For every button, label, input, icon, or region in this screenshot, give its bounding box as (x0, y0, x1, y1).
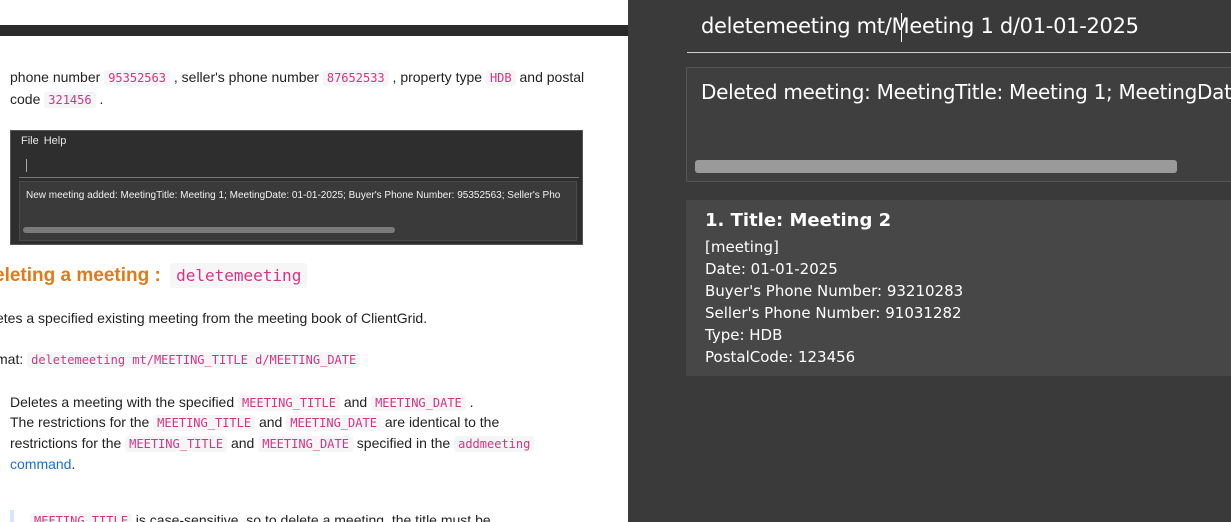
embedded-menu-bar: File Help (11, 131, 582, 153)
meeting-list: 1. Title: Meeting 2 [meeting] Date: 01-0… (672, 186, 1231, 522)
meeting-title: 1. Title: Meeting 2 (705, 210, 892, 231)
embedded-app-screenshot: File Help New meeting added: MeetingTitle… (10, 130, 583, 245)
text-caret (901, 13, 902, 42)
code-snippet: 87652533 (322, 70, 389, 86)
code-snippet: 321456 (44, 92, 96, 108)
result-horizontal-scrollbar[interactable] (695, 160, 1177, 173)
doc-paragraph: phone number 95352563 , seller's phone n… (10, 69, 585, 108)
bullet-line-2: The restrictions for the MEETING_TITLE a… (10, 414, 500, 431)
embedded-caret (26, 159, 27, 172)
embedded-menu-help: Help (43, 135, 67, 147)
window-divider (628, 0, 672, 522)
result-text: Deleted meeting: MeetingTitle: Meeting 1… (701, 80, 1231, 104)
meeting-buyer-phone: Buyer's Phone Number: 93210283 (705, 282, 964, 300)
bullet-line-4: command. (10, 456, 76, 472)
documentation-page: phone number 95352563 , seller's phone n… (0, 0, 628, 522)
command-input[interactable]: deletemeeting mt/Meeting 1 d/01-01-2025 (701, 14, 1139, 38)
command-link[interactable]: command (10, 456, 71, 472)
section-heading: eleting a meeting : deletemeeting (0, 263, 308, 288)
meeting-seller-phone: Seller's Phone Number: 91031282 (705, 304, 962, 322)
doc-divider-bar (0, 25, 628, 36)
embedded-result-text: New meeting added: MeetingTitle: Meeting… (26, 190, 561, 201)
embedded-result-box: New meeting added: MeetingTitle: Meeting… (19, 181, 577, 241)
meeting-type: Type: HDB (705, 326, 783, 344)
bullet-line-3: restrictions for the MEETING_TITLE and M… (10, 433, 535, 454)
embedded-menu-file: File (21, 135, 39, 147)
note-callout-bar (10, 510, 14, 522)
section-description: etes a specified existing meeting from t… (0, 310, 428, 326)
code-snippet: 95352563 (104, 70, 170, 86)
embedded-scrollbar (23, 227, 395, 233)
clientgrid-app: deletemeeting mt/Meeting 1 d/01-01-2025 … (672, 0, 1231, 522)
note-line: MEETING_TITLE is case-sensitive, so to d… (30, 512, 491, 522)
meeting-date: Date: 01-01-2025 (705, 260, 838, 278)
format-code: deletemeeting mt/MEETING_TITLE d/MEETING… (27, 352, 361, 368)
result-display: Deleted meeting: MeetingTitle: Meeting 1… (686, 67, 1231, 182)
command-box[interactable]: deletemeeting mt/Meeting 1 d/01-01-2025 (687, 0, 1231, 53)
meeting-postal-code: PostalCode: 123456 (705, 348, 856, 366)
embedded-command-box (19, 153, 579, 178)
code-snippet: HDB (485, 70, 516, 86)
bullet-line-1: Deletes a meeting with the specified MEE… (10, 394, 474, 411)
meeting-tag: [meeting] (705, 238, 779, 256)
meeting-card[interactable]: 1. Title: Meeting 2 [meeting] Date: 01-0… (686, 200, 1231, 376)
heading-code: deletemeeting (170, 263, 308, 288)
format-line: mat: deletemeeting mt/MEETING_TITLE d/ME… (0, 351, 361, 368)
